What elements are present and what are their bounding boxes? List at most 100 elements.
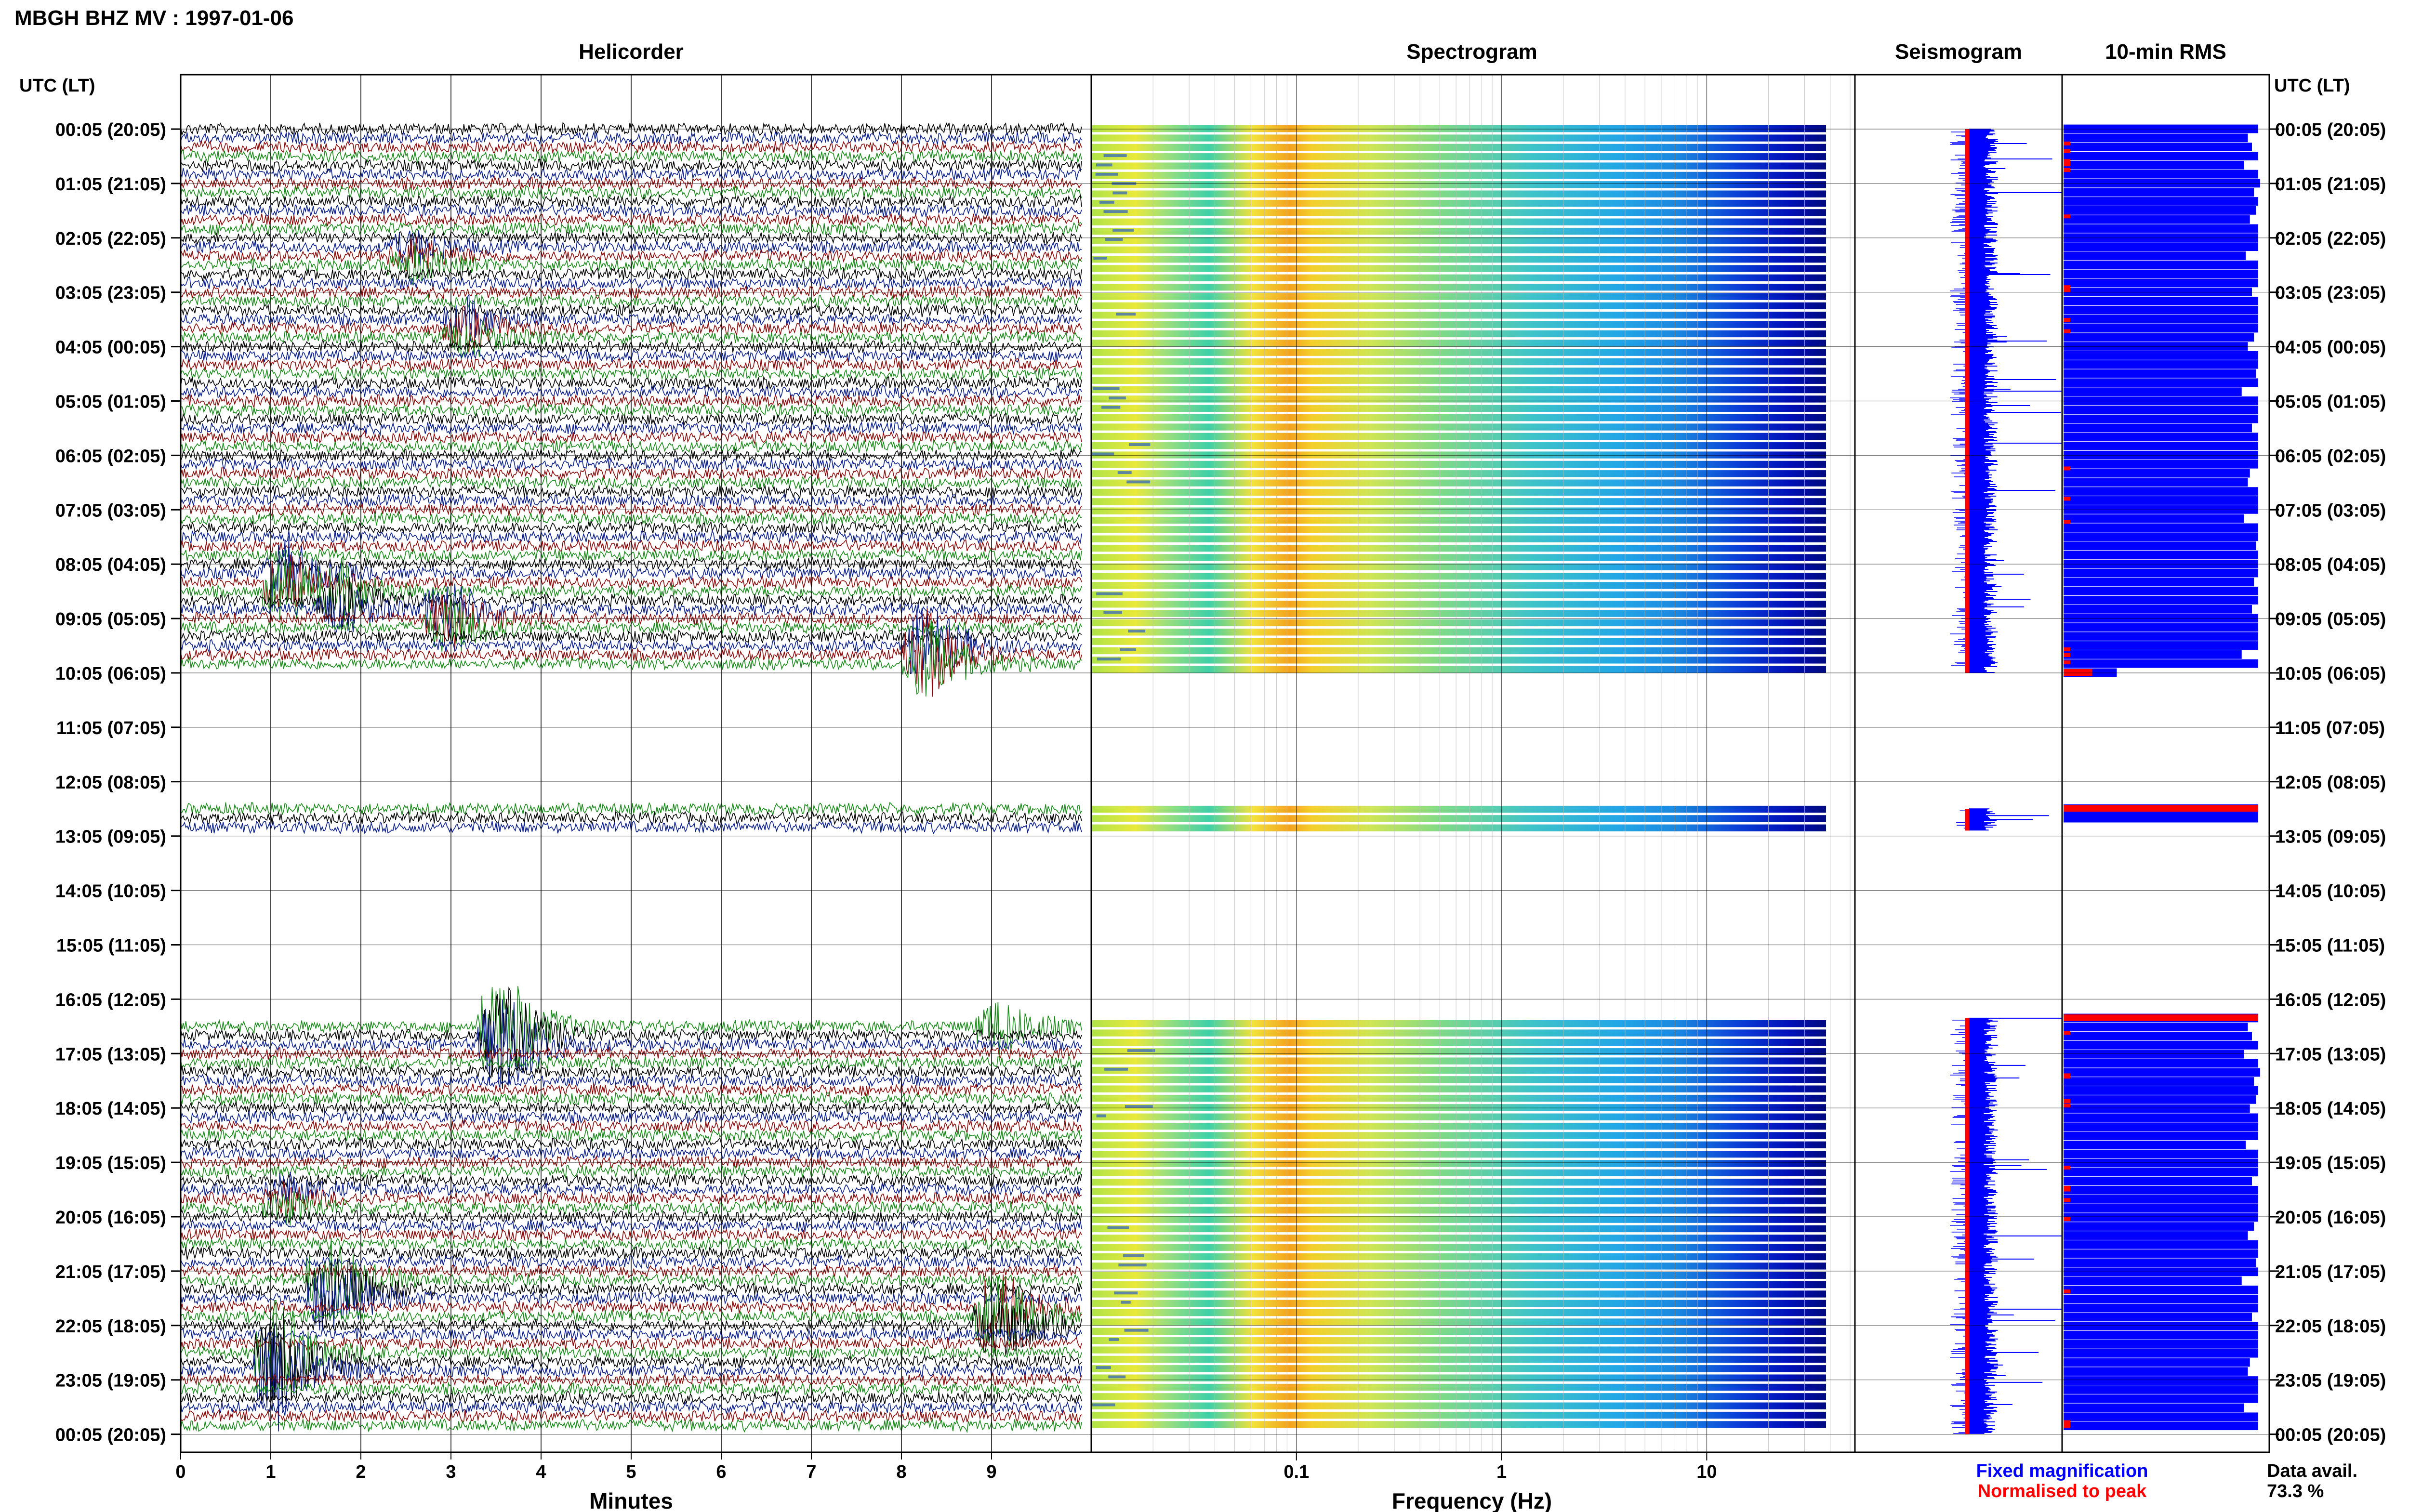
spectrogram-row xyxy=(1091,1337,1826,1344)
spectrogram-texture xyxy=(1107,1226,1129,1229)
time-tick-label-left: 18:05 (14:05) xyxy=(55,1099,166,1119)
rms-bar xyxy=(2064,1331,2258,1340)
rms-bar xyxy=(2064,532,2258,541)
spectrogram-texture xyxy=(1109,1338,1119,1341)
rms-bar xyxy=(2064,1294,2258,1303)
rms-bar xyxy=(2064,423,2252,433)
spectrogram-texture xyxy=(1096,1114,1107,1118)
time-tick-label-right: 21:05 (17:05) xyxy=(2275,1262,2386,1282)
spectrogram-row xyxy=(1091,237,1826,244)
rms-bar xyxy=(2064,433,2258,442)
rms-bar xyxy=(2064,623,2258,632)
spectrogram-row xyxy=(1091,1039,1826,1046)
rms-bar xyxy=(2064,478,2248,487)
rms-bar xyxy=(2064,260,2258,269)
rms-bar xyxy=(2064,387,2242,396)
spectrogram-row xyxy=(1091,368,1826,375)
spectrogram-row xyxy=(1091,302,1826,310)
time-tick-label-left: 08:05 (04:05) xyxy=(55,555,166,575)
spectrogram-row xyxy=(1091,1207,1826,1214)
rms-normalised-marker xyxy=(2064,149,2070,153)
rms-bar xyxy=(2064,1340,2258,1349)
time-tick-label-left: 23:05 (19:05) xyxy=(55,1371,166,1391)
time-tick-label-left: 17:05 (13:05) xyxy=(55,1044,166,1065)
rms-bar xyxy=(2064,1168,2258,1177)
rms-bars xyxy=(2064,124,2260,1431)
spectrogram-row xyxy=(1091,330,1826,338)
spectrogram-row xyxy=(1091,647,1826,655)
spectrogram-row xyxy=(1091,125,1826,132)
spectrogram-row xyxy=(1091,507,1826,514)
spectrogram-row xyxy=(1091,1253,1826,1261)
rms-bar xyxy=(2064,578,2254,587)
time-tick-label-left: 00:05 (20:05) xyxy=(55,120,166,140)
rms-bar xyxy=(2064,133,2248,143)
rms-bar xyxy=(2064,1267,2258,1276)
rms-bar xyxy=(2064,442,2258,450)
minute-tick-label: 9 xyxy=(986,1462,996,1482)
rms-bar xyxy=(2064,1349,2258,1358)
spectrogram-row xyxy=(1091,293,1826,300)
spectrogram-texture xyxy=(1112,191,1127,195)
time-tick-label-right: 20:05 (16:05) xyxy=(2275,1208,2386,1228)
rms-bar xyxy=(2064,659,2258,668)
spectrogram-row xyxy=(1091,1066,1826,1074)
spectrogram-texture xyxy=(1112,228,1134,232)
time-tick-label-right: 00:05 (20:05) xyxy=(2275,1425,2386,1446)
rms-bar xyxy=(2064,1032,2252,1040)
rms-bar xyxy=(2064,1358,2250,1367)
spectrogram-row xyxy=(1091,1160,1826,1167)
spectrogram-row xyxy=(1091,1132,1826,1139)
rms-normalised-marker xyxy=(2064,318,2070,322)
spectrogram-texture xyxy=(1095,172,1118,176)
spectrogram-texture xyxy=(1127,1049,1155,1052)
spectrogram-row xyxy=(1091,405,1826,412)
spectrogram-row xyxy=(1091,1290,1826,1298)
spectrogram-texture xyxy=(1093,256,1107,260)
rms-normalised-marker xyxy=(2064,1198,2070,1202)
spectrogram-row xyxy=(1091,209,1826,216)
spectrogram-row xyxy=(1091,227,1826,235)
spectrogram-row xyxy=(1091,1169,1826,1177)
time-tick-label-left: 01:05 (21:05) xyxy=(55,174,166,195)
spectrogram-row xyxy=(1091,349,1826,356)
time-tick-label-left: 00:05 (20:05) xyxy=(55,1425,166,1446)
rms-normalised-marker xyxy=(2064,1424,2070,1428)
spectrogram-row xyxy=(1091,1104,1826,1111)
rms-bar xyxy=(2064,305,2258,315)
rms-bar xyxy=(2064,1385,2258,1394)
spectrogram-texture xyxy=(1096,1366,1111,1369)
rms-bar xyxy=(2064,1149,2258,1158)
spectrogram-row xyxy=(1091,1141,1826,1148)
spectrogram-texture xyxy=(1092,1403,1115,1407)
rms-bar xyxy=(2064,1286,2258,1294)
rms-bar xyxy=(2064,1040,2258,1050)
rms-bar xyxy=(2064,1177,2252,1186)
rms-bar xyxy=(2064,460,2258,469)
rms-bar xyxy=(2064,632,2258,641)
spectrogram-row xyxy=(1091,1113,1826,1120)
time-tick-label-right: 00:05 (20:05) xyxy=(2275,120,2386,140)
rms-bar xyxy=(2064,278,2258,288)
spectrogram-row xyxy=(1091,805,1826,813)
minute-tick-label: 6 xyxy=(716,1462,726,1482)
rms-bar xyxy=(2064,324,2258,333)
rms-bar xyxy=(2064,414,2258,423)
time-tick-label-left: 12:05 (08:05) xyxy=(55,773,166,793)
spectrogram-row xyxy=(1091,591,1826,599)
time-tick-label-right: 07:05 (03:05) xyxy=(2275,500,2386,521)
spectrogram-row xyxy=(1091,657,1826,664)
time-tick-label-left: 22:05 (18:05) xyxy=(55,1316,166,1337)
spectrogram-row xyxy=(1091,815,1826,822)
spectrogram-texture xyxy=(1117,471,1132,474)
spectrogram-row xyxy=(1091,181,1826,188)
rms-bar xyxy=(2064,1158,2258,1168)
minute-tick-label: 8 xyxy=(896,1462,906,1482)
rms-bar xyxy=(2064,315,2258,324)
spectrogram-texture xyxy=(1128,443,1151,447)
time-tick-label-left: 11:05 (07:05) xyxy=(56,718,166,738)
spectrogram-row xyxy=(1091,1225,1826,1233)
rms-bar xyxy=(2064,650,2242,659)
frequency-tick-label: 10 xyxy=(1696,1462,1717,1482)
rms-bar xyxy=(2064,596,2258,605)
